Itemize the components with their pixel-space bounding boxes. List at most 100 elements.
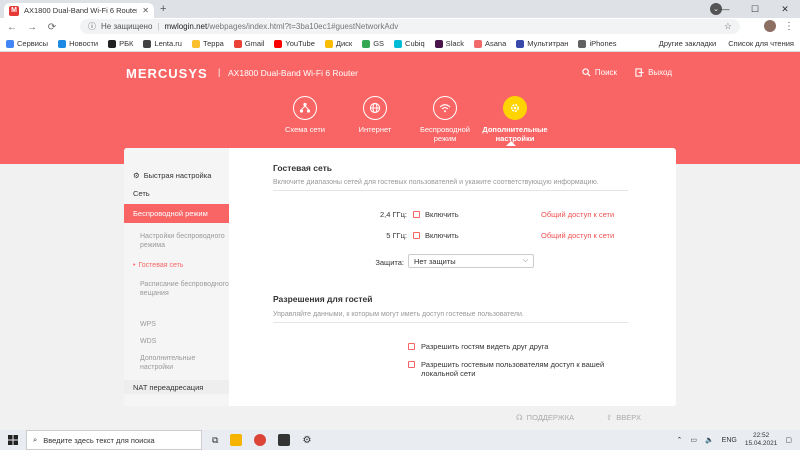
search-icon bbox=[582, 68, 591, 77]
taskbar-search[interactable]: ⌕ Введите здесь текст для поиска bbox=[26, 430, 202, 450]
notifications-icon[interactable]: ▢ bbox=[785, 436, 792, 444]
nav-wireless[interactable]: Беспроводной режим bbox=[410, 96, 480, 143]
nav-network-map[interactable]: Схема сети bbox=[270, 96, 340, 143]
bookmark-item[interactable]: GS bbox=[362, 39, 384, 48]
bookmark-label: Slack bbox=[445, 39, 464, 48]
sidebar-item-schedule[interactable]: Расписание беспроводного вещания bbox=[124, 280, 229, 298]
logout-link[interactable]: Выход bbox=[635, 68, 672, 77]
bookmark-item[interactable]: Новости bbox=[58, 39, 98, 48]
bookmark-item[interactable]: Lenta.ru bbox=[143, 39, 182, 48]
close-window-button[interactable]: ✕ bbox=[770, 0, 800, 18]
allow-lan-access-line1: Разрешить гостевым пользователям доступ … bbox=[421, 360, 605, 369]
band-5-checkbox[interactable] bbox=[413, 232, 420, 239]
windows-taskbar: ⌕ Введите здесь текст для поиска ⧉ ⚙ ⌃ ▭… bbox=[0, 430, 800, 450]
bookmark-label: Новости bbox=[69, 39, 99, 48]
browser-tab[interactable]: M AX1800 Dual-Band Wi-Fi 6 Router ✕ bbox=[4, 3, 154, 18]
reading-list[interactable]: Список для чтения bbox=[728, 39, 794, 48]
chrome-icon[interactable] bbox=[254, 434, 267, 446]
sidebar-item-nat[interactable]: NAT переадресация bbox=[124, 380, 229, 394]
close-tab-icon[interactable]: ✕ bbox=[142, 6, 149, 15]
main-content: Гостевая сеть Включите диапазоны сетей д… bbox=[229, 148, 676, 406]
allow-see-each-other-label[interactable]: Разрешить гостям видеть друг друга bbox=[421, 342, 548, 351]
bookmark-item[interactable]: Cubiq bbox=[394, 39, 425, 48]
reload-button[interactable]: ⟳ bbox=[46, 22, 58, 33]
bookmark-item[interactable]: Gmail bbox=[233, 39, 264, 48]
back-to-top-button[interactable]: ⇧ ВВЕРХ bbox=[606, 413, 641, 422]
sidebar-item-label: Настройки беспроводного режима bbox=[140, 233, 225, 249]
bookmark-item[interactable]: Терра bbox=[191, 39, 224, 48]
allow-lan-access-line2: локальной сети bbox=[421, 369, 476, 378]
bookmark-favicon-icon bbox=[58, 39, 67, 48]
network-icon[interactable]: ▭ bbox=[690, 436, 697, 444]
support-button[interactable]: ☊ ПОДДЕРЖКА bbox=[516, 413, 574, 422]
maximize-button[interactable]: ☐ bbox=[740, 0, 770, 18]
security-label[interactable]: Не защищено bbox=[101, 22, 152, 31]
not-secure-icon[interactable]: ⓘ bbox=[88, 21, 96, 32]
band-24-enable-label[interactable]: Включить bbox=[425, 210, 459, 219]
other-bookmarks-folder[interactable]: Другие закладки bbox=[659, 39, 716, 48]
address-bar[interactable]: ⓘ Не защищено | mwlogin.net/webpages/ind… bbox=[80, 19, 740, 34]
bookmark-item[interactable]: Asana bbox=[474, 39, 506, 48]
volume-icon[interactable]: 🔈 bbox=[705, 436, 714, 444]
sidebar-item-advanced-wireless[interactable]: Дополнительные настройки bbox=[124, 354, 229, 372]
gear-small-icon: ⚙ bbox=[133, 170, 140, 180]
settings-card: ⚙ Быстрая настройка Сеть Беспроводной ре… bbox=[124, 148, 676, 406]
support-label: ПОДДЕРЖКА bbox=[526, 413, 575, 422]
sidebar-item-quick-setup[interactable]: ⚙ Быстрая настройка bbox=[124, 168, 229, 182]
sidebar-item-wireless-settings[interactable]: Настройки беспроводного режима bbox=[124, 232, 229, 250]
sidebar-item-guest-network[interactable]: • Гостевая сеть bbox=[124, 261, 229, 270]
search-link[interactable]: Поиск bbox=[582, 68, 617, 77]
bookmark-item[interactable]: YouTube bbox=[274, 39, 315, 48]
allow-lan-access-checkbox[interactable] bbox=[408, 361, 415, 368]
forward-button[interactable]: → bbox=[26, 22, 38, 33]
bookmark-item[interactable]: РБК bbox=[108, 39, 133, 48]
new-tab-button[interactable]: + bbox=[160, 3, 166, 15]
profile-avatar[interactable] bbox=[764, 20, 776, 32]
security-select[interactable]: Нет защиты ⌵ bbox=[408, 254, 534, 268]
back-to-top-label: ВВЕРХ bbox=[616, 413, 641, 422]
nav-internet[interactable]: Интернет bbox=[340, 96, 410, 143]
bookmark-item[interactable]: Диск bbox=[324, 39, 352, 48]
guest-permissions-desc: Управляйте данными, к которым могут имет… bbox=[273, 311, 628, 323]
search-label: Поиск bbox=[594, 68, 618, 77]
band-24-share-link[interactable]: Общий доступ к сети bbox=[541, 210, 614, 219]
bookmark-star-icon[interactable]: ☆ bbox=[724, 21, 732, 32]
bookmark-favicon-icon bbox=[474, 39, 482, 48]
task-view-icon[interactable]: ⧉ bbox=[212, 435, 218, 446]
store-icon[interactable] bbox=[278, 434, 291, 446]
bookmark-item[interactable]: Slack bbox=[434, 39, 464, 48]
sidebar-item-wds[interactable]: WDS bbox=[124, 337, 229, 346]
sidebar-item-network[interactable]: Сеть bbox=[124, 186, 229, 200]
clock[interactable]: 22:52 15.04.2021 bbox=[745, 432, 778, 448]
bookmark-item[interactable]: Мультитран bbox=[516, 39, 568, 48]
bookmark-item[interactable]: Сервисы bbox=[6, 39, 48, 48]
language-indicator[interactable]: ENG bbox=[722, 437, 737, 444]
bookmark-favicon-icon bbox=[274, 39, 283, 48]
file-explorer-icon[interactable] bbox=[230, 434, 243, 446]
bookmark-favicon-icon bbox=[233, 39, 242, 48]
guest-network-title: Гостевая сеть bbox=[273, 163, 332, 173]
minimize-button[interactable]: — bbox=[710, 0, 740, 18]
sidebar-item-wireless[interactable]: Беспроводной режим bbox=[124, 204, 229, 223]
back-button[interactable]: ← bbox=[6, 22, 18, 33]
browser-menu-icon[interactable]: ⋮ bbox=[784, 21, 794, 32]
bookmark-favicon-icon bbox=[143, 39, 152, 48]
brand-logo[interactable]: MERCUSYS bbox=[126, 66, 208, 81]
browser-toolbar: ← → ⟳ ⓘ Не защищено | mwlogin.net/webpag… bbox=[0, 18, 800, 36]
sidebar-item-wps[interactable]: WPS bbox=[124, 320, 229, 329]
allow-see-each-other-checkbox[interactable] bbox=[408, 343, 415, 350]
tray-chevron-icon[interactable]: ⌃ bbox=[676, 436, 682, 444]
band-24-checkbox[interactable] bbox=[413, 211, 420, 218]
band-5-share-link[interactable]: Общий доступ к сети bbox=[541, 231, 614, 240]
allow-lan-access-label[interactable]: Разрешить гостевым пользователям доступ … bbox=[421, 360, 604, 378]
toolbar-right: ⋮ bbox=[764, 20, 794, 32]
bookmark-label: Cubiq bbox=[405, 39, 425, 48]
band-5-enable-label[interactable]: Включить bbox=[425, 231, 459, 240]
windows-start-icon[interactable] bbox=[0, 430, 26, 450]
settings-gear-icon[interactable]: ⚙ bbox=[302, 435, 311, 446]
sidebar-item-label: Гостевая сеть bbox=[138, 262, 184, 269]
bookmark-item[interactable]: iPhones bbox=[578, 39, 617, 48]
nav-advanced[interactable]: Дополнительные настройки bbox=[480, 96, 550, 143]
page-footer: ☊ ПОДДЕРЖКА ⇧ ВВЕРХ bbox=[124, 408, 676, 430]
bookmark-label: Asana bbox=[485, 39, 507, 48]
